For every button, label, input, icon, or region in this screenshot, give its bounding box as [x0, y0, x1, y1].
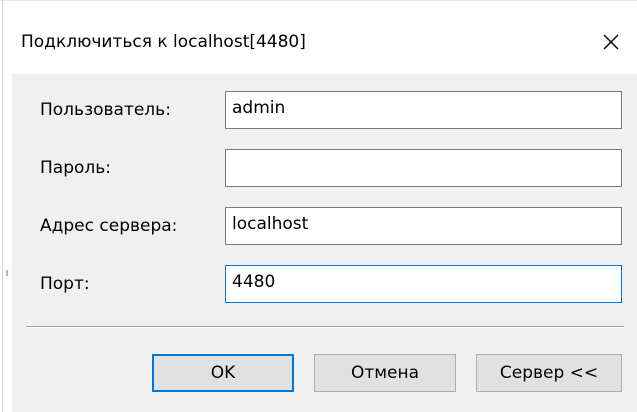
- background-fragment: [6, 270, 8, 276]
- password-input[interactable]: [225, 149, 622, 187]
- user-input[interactable]: [225, 91, 622, 129]
- user-label: Пользователь:: [40, 100, 171, 120]
- close-icon: [603, 34, 619, 50]
- password-label: Пароль:: [40, 158, 112, 178]
- dialog-title: Подключиться к localhost[4480]: [21, 32, 306, 52]
- close-button[interactable]: [595, 26, 627, 58]
- separator-highlight: [26, 327, 624, 328]
- cancel-button[interactable]: Отмена: [314, 354, 456, 392]
- server-address-label: Адрес сервера:: [40, 216, 178, 236]
- screen: Подключиться к localhost[4480] Пользоват…: [0, 0, 637, 412]
- background-edge-left: [2, 0, 3, 412]
- server-toggle-button[interactable]: Сервер <<: [476, 354, 622, 392]
- background-edge-top: [0, 0, 637, 1]
- dialog-titlebar[interactable]: Подключиться к localhost[4480]: [12, 12, 637, 74]
- server-address-input[interactable]: [225, 207, 622, 245]
- connect-dialog: Подключиться к localhost[4480] Пользоват…: [12, 12, 637, 412]
- port-label: Порт:: [40, 274, 90, 294]
- port-input[interactable]: [225, 265, 622, 303]
- ok-button[interactable]: OK: [152, 354, 294, 392]
